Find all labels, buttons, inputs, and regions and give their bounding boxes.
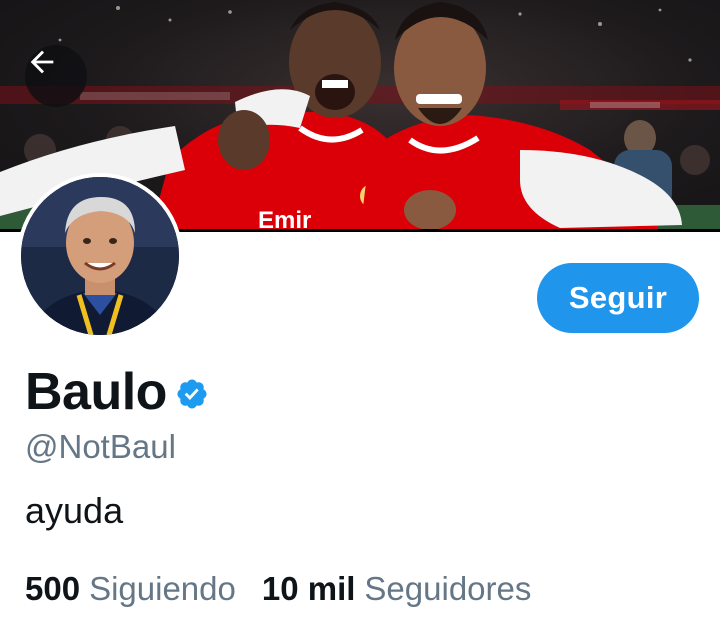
follow-stats: 500 Siguiendo 10 mil Seguidores <box>25 570 531 608</box>
following-stat-link[interactable]: 500 Siguiendo <box>25 570 236 608</box>
avatar-photo <box>21 177 179 335</box>
followers-label: Seguidores <box>364 570 532 607</box>
back-button[interactable] <box>25 45 87 107</box>
display-name: Baulo <box>25 363 167 421</box>
profile-page: Emir Seguir Baulo @NotBaul ayuda 500 Sig… <box>0 0 720 642</box>
bio-text: ayuda <box>25 490 124 531</box>
verified-badge-icon <box>175 377 209 411</box>
avatar[interactable] <box>17 173 183 339</box>
user-handle: @NotBaul <box>25 428 176 465</box>
following-count: 500 <box>25 570 81 607</box>
following-label: Siguiendo <box>89 570 236 607</box>
follow-button[interactable]: Seguir <box>537 263 699 333</box>
followers-stat-link[interactable]: 10 mil Seguidores <box>262 570 532 608</box>
name-row: Baulo <box>25 362 209 422</box>
svg-text:Emir: Emir <box>258 207 311 232</box>
followers-count: 10 mil <box>261 570 356 607</box>
